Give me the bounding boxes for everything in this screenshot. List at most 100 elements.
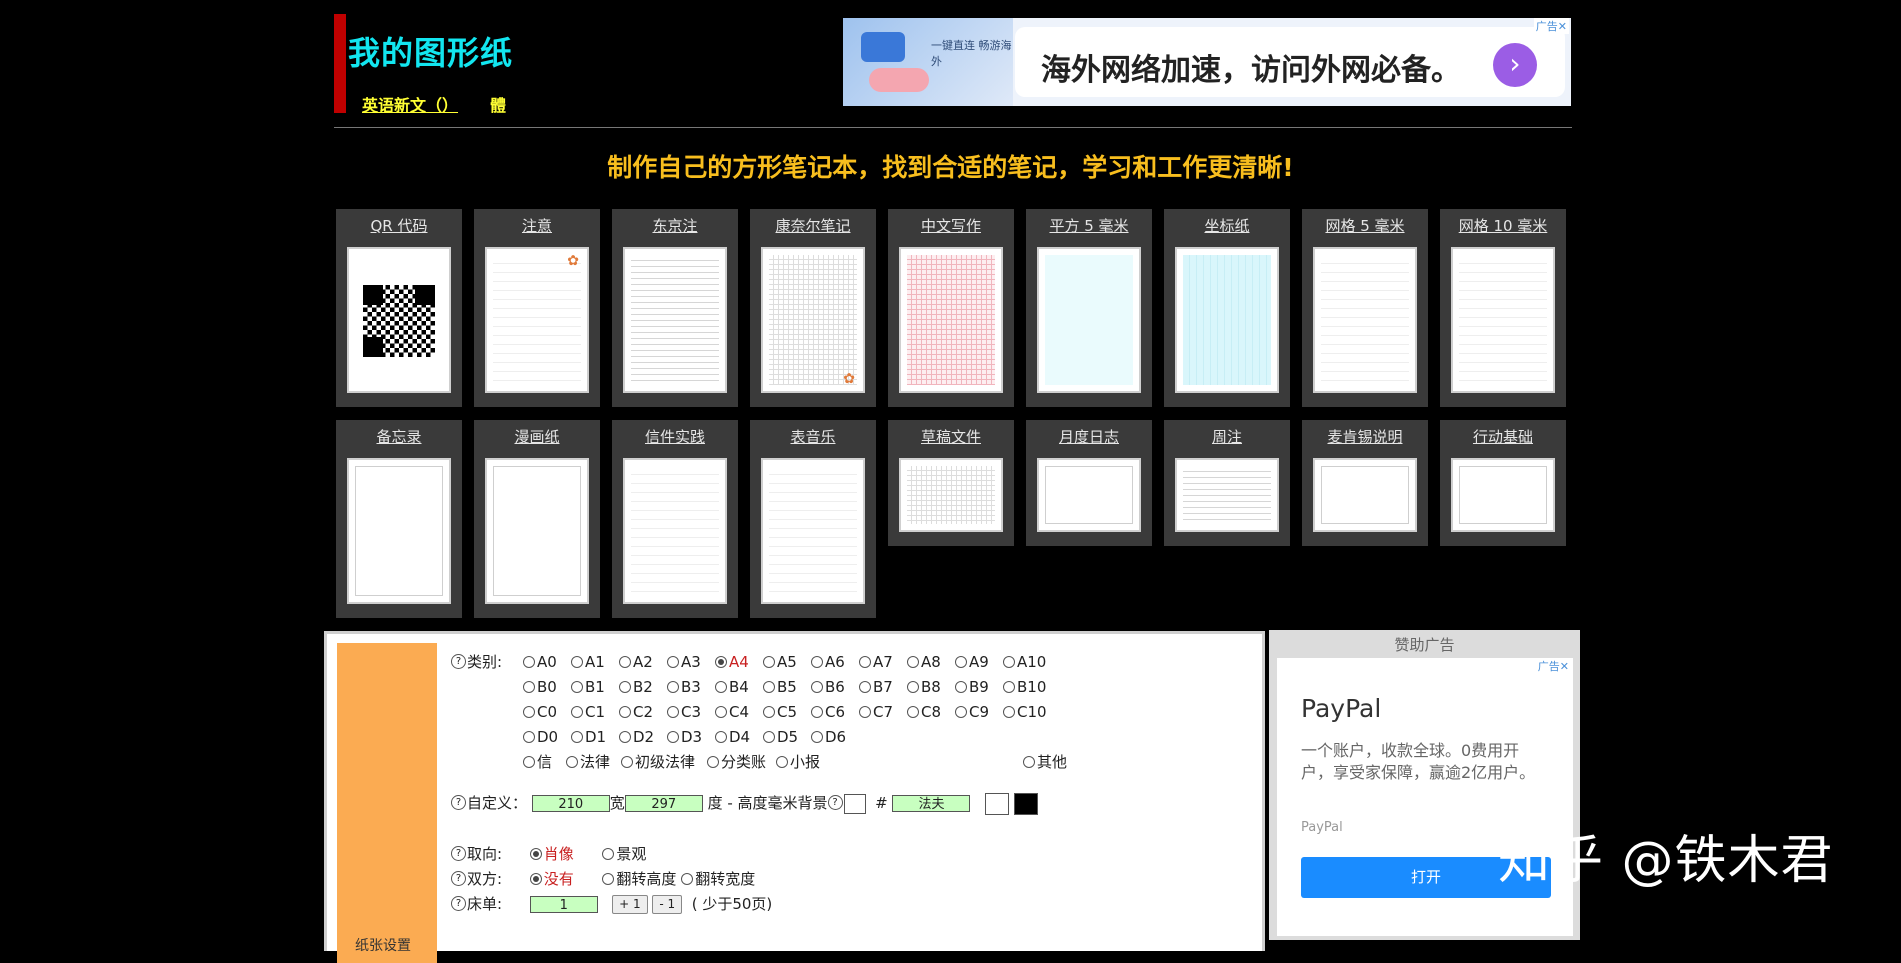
template-label[interactable]: 平方 5 毫米	[1026, 215, 1152, 236]
template-monthly-log[interactable]: 月度日志	[1026, 420, 1152, 546]
size-option-D6[interactable]: D6	[811, 726, 846, 748]
radio-button[interactable]	[619, 655, 631, 668]
radio-button[interactable]	[566, 755, 578, 768]
radio-button[interactable]	[907, 680, 919, 693]
help-icon[interactable]: ?	[451, 896, 466, 911]
template-mckinsey-notes[interactable]: 麦肯锡说明	[1302, 420, 1428, 546]
english-link[interactable]: 英语新文（）	[362, 92, 458, 116]
template-label[interactable]: 网格 5 毫米	[1302, 215, 1428, 236]
size-option-C3[interactable]: C3	[667, 701, 701, 723]
radio-button[interactable]	[811, 730, 823, 743]
size-option-D2[interactable]: D2	[619, 726, 654, 748]
duplex-none-option[interactable]: 没有	[529, 870, 574, 888]
template-label[interactable]: 备忘录	[336, 426, 462, 447]
radio-button[interactable]	[571, 730, 583, 743]
radio-button[interactable]	[667, 680, 679, 693]
size-option-A0[interactable]: A0	[523, 651, 557, 673]
radio-button[interactable]	[523, 730, 535, 743]
template-grid-10mm[interactable]: 网格 10 毫米	[1440, 209, 1566, 407]
size-option-D3[interactable]: D3	[667, 726, 702, 748]
size-option-C0[interactable]: C0	[523, 701, 557, 723]
radio-button[interactable]	[859, 655, 871, 668]
color-swatch-black[interactable]	[1013, 792, 1038, 815]
radio-button[interactable]	[529, 872, 542, 885]
radio-button[interactable]	[763, 655, 775, 668]
radio-button[interactable]	[667, 655, 679, 668]
template-thumbnail[interactable]	[761, 458, 865, 604]
size-option-C2[interactable]: C2	[619, 701, 653, 723]
plus-one-button[interactable]: + 1	[612, 895, 648, 914]
size-option-法律[interactable]: 法律	[566, 751, 610, 773]
radio-button[interactable]	[523, 655, 535, 668]
duplex-flip-width-option[interactable]: 翻转宽度	[681, 870, 755, 888]
size-option-A9[interactable]: A9	[955, 651, 989, 673]
radio-button[interactable]	[571, 680, 583, 693]
template-label[interactable]: 东京注	[612, 215, 738, 236]
size-option-A7[interactable]: A7	[859, 651, 893, 673]
size-option-B1[interactable]: B1	[571, 676, 605, 698]
template-label[interactable]: 漫画纸	[474, 426, 600, 447]
template-square-5mm[interactable]: 平方 5 毫米	[1026, 209, 1152, 407]
template-thumbnail[interactable]	[623, 458, 727, 604]
radio-button[interactable]	[523, 705, 535, 718]
size-option-C7[interactable]: C7	[859, 701, 893, 723]
size-option-A6[interactable]: A6	[811, 651, 845, 673]
radio-button[interactable]	[859, 705, 871, 718]
size-option-B5[interactable]: B5	[763, 676, 797, 698]
radio-button[interactable]	[811, 655, 823, 668]
size-option-C8[interactable]: C8	[907, 701, 941, 723]
size-option-D0[interactable]: D0	[523, 726, 558, 748]
background-color-swatch[interactable]	[843, 793, 866, 814]
template-letter-practice[interactable]: 信件实践	[612, 420, 738, 618]
template-grid-5mm[interactable]: 网格 5 毫米	[1302, 209, 1428, 407]
size-option-A10[interactable]: A10	[1003, 651, 1046, 673]
help-icon[interactable]: ?	[451, 795, 466, 810]
template-thumbnail[interactable]	[347, 458, 451, 604]
radio-button[interactable]	[1003, 705, 1015, 718]
size-option-C1[interactable]: C1	[571, 701, 605, 723]
color-swatch-white[interactable]	[984, 792, 1009, 815]
size-option-B9[interactable]: B9	[955, 676, 989, 698]
sheets-input[interactable]: 1	[529, 896, 598, 913]
radio-button[interactable]	[763, 705, 775, 718]
size-option-C6[interactable]: C6	[811, 701, 845, 723]
radio-button[interactable]	[681, 872, 694, 885]
size-option-B8[interactable]: B8	[907, 676, 941, 698]
size-option-D1[interactable]: D1	[571, 726, 606, 748]
template-label[interactable]: 坐标纸	[1164, 215, 1290, 236]
size-option-other[interactable]: 其他	[1023, 751, 1067, 773]
template-chinese-writing[interactable]: 中文写作	[888, 209, 1014, 407]
chevron-right-icon[interactable]: ›	[1493, 43, 1537, 87]
template-label[interactable]: 网格 10 毫米	[1440, 215, 1566, 236]
template-draft-document[interactable]: 草稿文件	[888, 420, 1014, 546]
template-label[interactable]: 中文写作	[888, 215, 1014, 236]
radio-button[interactable]	[1003, 655, 1015, 668]
template-comic-paper[interactable]: 漫画纸	[474, 420, 600, 618]
ad-text-card[interactable]: 海外网络加速，访问外网必备。 ›	[1015, 27, 1565, 97]
radio-button[interactable]	[707, 755, 719, 768]
radio-button[interactable]	[776, 755, 788, 768]
size-option-B10[interactable]: B10	[1003, 676, 1046, 698]
size-option-A4[interactable]: A4	[715, 651, 749, 673]
radio-button[interactable]	[619, 730, 631, 743]
radio-button[interactable]	[955, 705, 967, 718]
template-thumbnail[interactable]	[623, 247, 727, 393]
width-input[interactable]: 210	[531, 795, 610, 812]
radio-button[interactable]	[602, 872, 615, 885]
size-option-B3[interactable]: B3	[667, 676, 701, 698]
radio-button[interactable]	[602, 847, 615, 860]
template-thumbnail[interactable]	[1037, 458, 1141, 532]
template-thumbnail[interactable]	[1175, 458, 1279, 532]
template-label[interactable]: 信件实践	[612, 426, 738, 447]
radio-button[interactable]	[1003, 680, 1015, 693]
size-option-信[interactable]: 信	[523, 751, 552, 773]
template-label[interactable]: 康奈尔笔记	[750, 215, 876, 236]
paypal-ad[interactable]: 广告✕ PayPal 一个账户，收款全球。0费用开户，享受家保障，赢逾2亿用户。…	[1277, 658, 1573, 936]
radio-button[interactable]	[715, 680, 727, 693]
orientation-landscape-option[interactable]: 景观	[602, 845, 646, 863]
size-option-分类账[interactable]: 分类账	[707, 751, 766, 773]
template-thumbnail[interactable]: ✿	[485, 247, 589, 393]
template-label[interactable]: 周注	[1164, 426, 1290, 447]
template-label[interactable]: 行动基础	[1440, 426, 1566, 447]
size-option-A8[interactable]: A8	[907, 651, 941, 673]
